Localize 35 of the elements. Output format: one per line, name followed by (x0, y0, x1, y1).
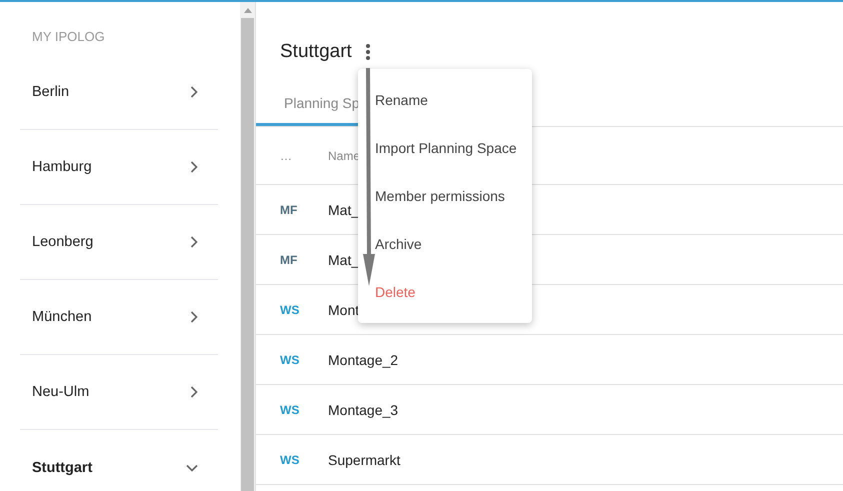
menu-item[interactable]: Import Planning Space (358, 124, 532, 172)
city-item[interactable]: Stuttgart (20, 430, 218, 491)
menu-item[interactable]: Rename (358, 76, 532, 124)
type-label: MF (279, 252, 298, 266)
city-item[interactable]: Berlin (20, 55, 218, 130)
column-header: … (279, 148, 293, 162)
chevron-down-icon (186, 464, 198, 472)
type-label: WS (279, 352, 300, 366)
chevron-right-icon (190, 386, 198, 398)
chevron-right-icon (190, 161, 198, 173)
scrollbar[interactable] (240, 2, 255, 491)
type-label: WS (279, 452, 300, 466)
table-cell: Mont (328, 302, 360, 318)
page-title: Stuttgart (280, 40, 352, 62)
table-cell: Montage_3 (328, 402, 398, 418)
table-cell: Montage_2 (328, 352, 398, 368)
type-label: MF (279, 202, 298, 216)
menu-item[interactable]: Archive (358, 220, 532, 268)
more-icon[interactable] (364, 42, 371, 60)
section-heading: MY IPOLOG (31, 28, 106, 46)
chevron-right-icon (190, 311, 198, 323)
type-label: WS (279, 402, 300, 416)
city-item[interactable]: Hamburg (20, 130, 218, 205)
chevron-right-icon (190, 86, 198, 98)
scrollbar-thumb[interactable] (241, 18, 254, 491)
type-label: WS (279, 302, 300, 316)
city-item[interactable]: Neu-Ulm (20, 355, 218, 430)
table-cell: Supermarkt (328, 452, 400, 468)
scroll-up-icon[interactable] (244, 8, 252, 13)
table-cell: Mat_ (328, 202, 360, 218)
table-cell: Mat_ (328, 252, 360, 268)
city-item[interactable]: Leonberg (20, 205, 218, 280)
city-item[interactable]: München (20, 280, 218, 355)
chevron-right-icon (190, 236, 198, 248)
menu-item[interactable]: Member permissions (358, 172, 532, 220)
